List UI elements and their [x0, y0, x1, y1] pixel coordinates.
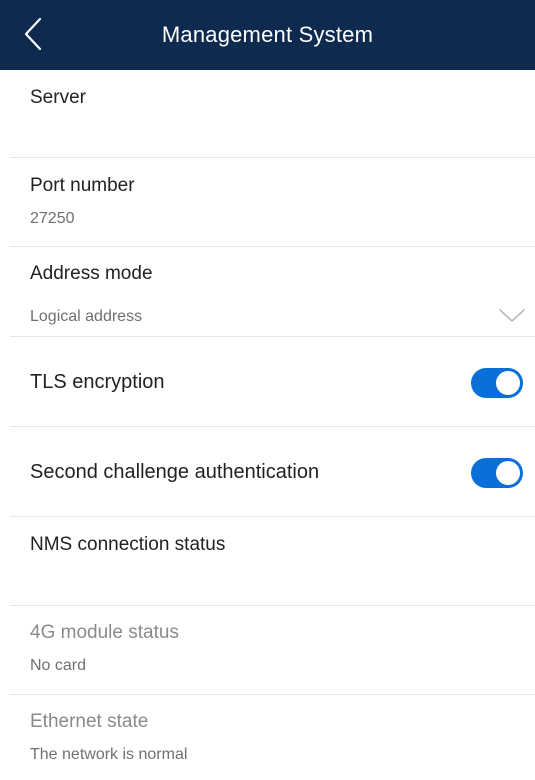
server-label: Server [30, 87, 86, 108]
address-mode-value: Logical address [30, 308, 143, 325]
module-4g-status-value: No card [30, 657, 87, 674]
address-mode-row[interactable]: Address mode Logical address [10, 247, 535, 337]
ethernet-state-value: The network is normal [30, 746, 188, 763]
tls-encryption-toggle[interactable] [471, 368, 523, 398]
page-title: Management System [161, 22, 374, 47]
tls-encryption-label: TLS encryption [30, 371, 165, 393]
module-4g-status-label: 4G module status [30, 622, 179, 643]
server-row[interactable]: Server [10, 70, 535, 158]
address-mode-label: Address mode [30, 263, 153, 284]
nms-connection-status-row: NMS connection status [10, 517, 535, 606]
ethernet-state-row: Ethernet state The network is normal [10, 695, 535, 780]
second-challenge-authentication-toggle[interactable] [471, 458, 523, 488]
module-4g-status-row: 4G module status No card [10, 606, 535, 695]
tls-encryption-row: TLS encryption [10, 337, 535, 427]
port-number-row[interactable]: Port number 27250 [10, 158, 535, 247]
ethernet-state-label: Ethernet state [30, 711, 149, 732]
app-header: Management System [0, 0, 535, 70]
chevron-down-icon[interactable] [499, 309, 525, 323]
port-number-value: 27250 [30, 210, 75, 227]
port-number-label: Port number [30, 175, 135, 196]
second-challenge-authentication-row: Second challenge authentication [10, 427, 535, 517]
toggle-knob [496, 461, 520, 485]
second-challenge-authentication-label: Second challenge authentication [30, 461, 320, 483]
toggle-knob [496, 371, 520, 395]
nms-connection-status-label: NMS connection status [30, 534, 226, 555]
